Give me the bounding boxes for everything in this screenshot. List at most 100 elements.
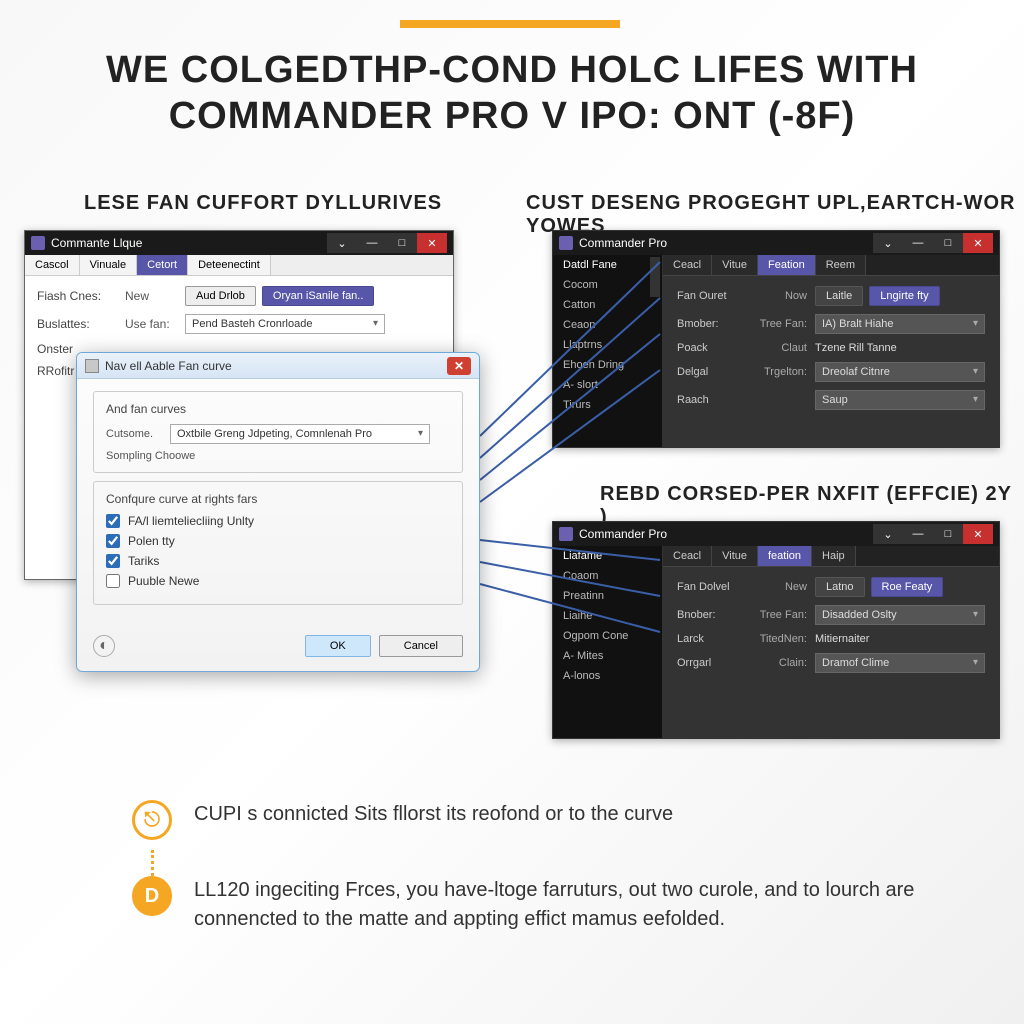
maximize-icon[interactable]: □ <box>933 524 963 544</box>
sidebar-item[interactable]: Cocom <box>553 275 662 295</box>
tab-0[interactable]: Ceacl <box>663 255 712 275</box>
checkbox-polentty[interactable] <box>106 534 120 548</box>
fieldset-legend: And fan curves <box>106 402 450 416</box>
tab-1[interactable]: Vinuale <box>80 255 138 275</box>
sidebar-item[interactable]: Llaptrns <box>553 335 662 355</box>
select-oxtbile[interactable]: Oxtbile Greng Jdpeting, Comnlenah Pro <box>170 424 430 444</box>
checkbox-fail[interactable] <box>106 514 120 528</box>
form-row: Orrgarl Clain: Dramof Clime <box>677 653 985 673</box>
chevron-down-icon[interactable]: ⌄ <box>873 233 903 253</box>
checkbox-label: Polen tty <box>128 534 175 548</box>
tab-row: Cascol Vinuale Cetort Deteenectint <box>25 255 453 276</box>
bullet-list: ⎋ CUPI s connicted Sits fllorst its reof… <box>132 800 944 970</box>
dialog-fan-curve: Nav ell Aable Fan curve ✕ And fan curves… <box>76 352 480 672</box>
sidebar-item[interactable]: Ceaon <box>553 315 662 335</box>
btn-laitle[interactable]: Laitle <box>815 286 863 306</box>
tab-2[interactable]: feation <box>758 546 812 566</box>
titlebar[interactable]: Commander Pro ⌄ — □ ✕ <box>553 522 999 546</box>
btn-latno[interactable]: Latno <box>815 577 865 597</box>
sidebar-item[interactable]: Liafame <box>553 546 662 566</box>
label: Orrgarl <box>677 657 747 669</box>
sublabel: Trgelton: <box>747 366 807 378</box>
tab-2[interactable]: Cetort <box>137 255 188 275</box>
sublabel: Tree Fan: <box>747 318 807 330</box>
minimize-icon[interactable]: — <box>903 524 933 544</box>
btn-roe-featy[interactable]: Roe Featy <box>871 577 944 597</box>
select[interactable]: Dramof Clime <box>815 653 985 673</box>
label: Bmober: <box>677 318 747 330</box>
headline-line-1: WE COLGEDTHP-COND HOLC LIFES WITH <box>106 49 918 91</box>
label: Poack <box>677 342 747 354</box>
tab-0[interactable]: Cascol <box>25 255 80 275</box>
select[interactable]: Saup <box>815 390 985 410</box>
chevron-down-icon[interactable]: ⌄ <box>873 524 903 544</box>
scrollbar[interactable] <box>650 257 660 297</box>
sidebar: Liafame Coaom Preatinn Liaihe Ogpom Cone… <box>553 546 663 738</box>
close-icon[interactable]: ✕ <box>417 233 447 253</box>
window-title: Commante Llque <box>51 236 142 250</box>
label: Raach <box>677 394 747 406</box>
form-row: Fiash Cnes: New Aud Drlob Oryan iSanile … <box>37 286 441 306</box>
help-icon[interactable]: ◐ <box>93 635 115 657</box>
tab-1[interactable]: Vitue <box>712 546 758 566</box>
sidebar-item[interactable]: A-lonos <box>553 666 662 686</box>
select[interactable]: Dreolaf Citnre <box>815 362 985 382</box>
sidebar-item[interactable]: Liaihe <box>553 606 662 626</box>
chevron-down-icon[interactable]: ⌄ <box>327 233 357 253</box>
sublabel: Now <box>747 290 807 302</box>
tab-3[interactable]: Deteenectint <box>188 255 271 275</box>
sublabel-sompling: Sompling Choowe <box>106 450 450 462</box>
tab-2[interactable]: Feation <box>758 255 816 275</box>
tab-3[interactable]: Reem <box>816 255 866 275</box>
titlebar[interactable]: Commander Pro ⌄ — □ ✕ <box>553 231 999 255</box>
close-icon[interactable]: ✕ <box>963 233 993 253</box>
form-row: Bmober: Tree Fan: IA) Bralt Hiahe <box>677 314 985 334</box>
ok-button[interactable]: OK <box>305 635 371 657</box>
tab-1[interactable]: Vitue <box>712 255 758 275</box>
sidebar-item[interactable]: A- slort <box>553 375 662 395</box>
sublabel: TitedNen: <box>747 633 807 645</box>
maximize-icon[interactable]: □ <box>933 233 963 253</box>
headline-line-2: COMMANDER PRO V IPO: ONT (-8F) <box>169 95 856 137</box>
sidebar-item[interactable]: Tirurs <box>553 395 662 415</box>
minimize-icon[interactable]: — <box>903 233 933 253</box>
tab-row: Ceacl Vitue Feation Reem <box>663 255 999 276</box>
sidebar-item[interactable]: Coaom <box>553 566 662 586</box>
checkbox-tariks[interactable] <box>106 554 120 568</box>
maximize-icon[interactable]: □ <box>387 233 417 253</box>
sidebar-item[interactable]: Preatinn <box>553 586 662 606</box>
main-panel: Ceacl Vitue Feation Reem Fan Ouret Now L… <box>663 255 999 447</box>
fieldset-and-fan-curves: And fan curves Cutsome. Oxtbile Greng Jd… <box>93 391 463 473</box>
dialog-titlebar[interactable]: Nav ell Aable Fan curve ✕ <box>77 353 479 379</box>
sidebar-item[interactable]: Ehoen Dring <box>553 355 662 375</box>
tab-3[interactable]: Haip <box>812 546 856 566</box>
app-icon <box>559 236 573 250</box>
close-icon[interactable]: ✕ <box>963 524 993 544</box>
dialog-app-icon <box>85 359 99 373</box>
btn-oryan[interactable]: Oryan iSanile fan.. <box>262 286 375 306</box>
btn-aud-drlob[interactable]: Aud Drlob <box>185 286 256 306</box>
select-pend-basteh[interactable]: Pend Basteh Cronrloade <box>185 314 385 334</box>
btn-lngirte[interactable]: Lngirte fty <box>869 286 939 306</box>
label: Fan Dolvel <box>677 581 747 593</box>
close-icon[interactable]: ✕ <box>447 357 471 375</box>
fieldset-legend: Confqure curve at rights fars <box>106 492 450 506</box>
checkbox-row: Tariks <box>106 554 450 568</box>
select[interactable]: Disadded Oslty <box>815 605 985 625</box>
form-area: Fan Dolvel New Latno Roe Featy Bnober: T… <box>663 567 999 691</box>
sidebar-item[interactable]: A- Mites <box>553 646 662 666</box>
titlebar[interactable]: Commante Llque ⌄ — □ ✕ <box>25 231 453 255</box>
minimize-icon[interactable]: — <box>357 233 387 253</box>
sidebar-item[interactable]: Datdl Fane <box>553 255 662 275</box>
checkbox-puuble[interactable] <box>106 574 120 588</box>
sidebar-item[interactable]: Ogpom Cone <box>553 626 662 646</box>
fieldset-configure-curve: Confqure curve at rights fars FA/l liemt… <box>93 481 463 605</box>
section-label-left: LESE FAN CUFFORT DYLLURIVES <box>84 192 442 215</box>
dialog-body: And fan curves Cutsome. Oxtbile Greng Jd… <box>77 379 479 625</box>
window-controls: ⌄ — □ ✕ <box>873 524 993 544</box>
cancel-button[interactable]: Cancel <box>379 635 463 657</box>
label: Larck <box>677 633 747 645</box>
sidebar-item[interactable]: Catton <box>553 295 662 315</box>
select[interactable]: IA) Bralt Hiahe <box>815 314 985 334</box>
tab-0[interactable]: Ceacl <box>663 546 712 566</box>
